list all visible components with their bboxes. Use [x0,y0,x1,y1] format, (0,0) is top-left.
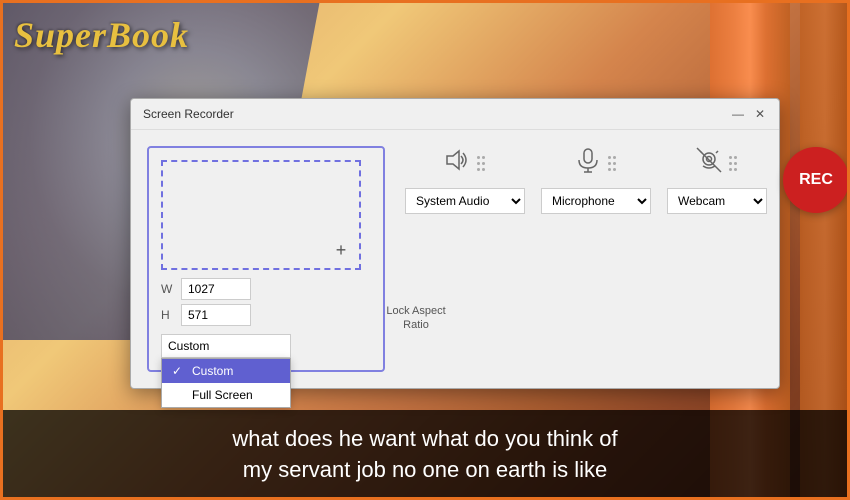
dropdown-custom-label: Custom [192,364,233,378]
capture-panel: W H Custom Full Screen [147,146,385,372]
width-label: W [161,282,175,296]
subtitle-text: what does he want what do you think of m… [20,424,830,486]
minimize-button[interactable]: — [731,107,745,121]
audio-control-group: System Audio [405,146,525,214]
lock-aspect-label: Lock AspectRatio [381,304,451,333]
capture-area: W H Custom Full Screen [161,160,371,358]
dialog-body: W H Custom Full Screen [131,130,779,388]
dialog-titlebar: Screen Recorder — ✕ [131,99,779,130]
mic-dots-icon [606,156,618,171]
preset-dropdown-wrapper: Custom Full Screen ✓ Custom Full Screen [161,334,291,358]
dropdown-fullscreen-label: Full Screen [192,388,253,402]
controls-area: System Audio [405,146,849,214]
subtitle-line2: my servant job no one on earth is like [243,457,607,482]
audio-icon [443,146,471,180]
webcam-icon [695,146,723,180]
height-input[interactable] [181,304,251,326]
webcam-icon-row [695,146,739,180]
audio-icon-row [443,146,487,180]
rec-button[interactable]: REC [783,147,849,213]
audio-dots-icon [475,156,487,171]
titlebar-buttons: — ✕ [731,107,767,121]
dimensions: W H [161,278,371,326]
dropdown-item-fullscreen[interactable]: Full Screen [162,383,290,407]
preset-select[interactable]: Custom Full Screen [161,334,291,358]
close-button[interactable]: ✕ [753,107,767,121]
mic-select[interactable]: Microphone [541,188,651,214]
mic-icon [574,146,602,180]
webcam-control-group: Webcam [667,146,767,214]
webcam-dots-icon [727,156,739,171]
screen-recorder-dialog: Screen Recorder — ✕ W H [130,98,780,389]
width-input[interactable] [181,278,251,300]
webcam-select[interactable]: Webcam [667,188,767,214]
height-label: H [161,308,175,322]
crosshair-icon [333,242,349,258]
subtitle-bar: what does he want what do you think of m… [0,410,850,500]
audio-select[interactable]: System Audio [405,188,525,214]
preset-dropdown-menu: ✓ Custom Full Screen [161,358,291,408]
mic-icon-row [574,146,618,180]
capture-box[interactable] [161,160,361,270]
dropdown-item-custom[interactable]: ✓ Custom [162,359,290,383]
preset-row: Custom Full Screen ✓ Custom Full Screen [161,334,371,358]
superbook-logo: SuperBook [14,14,189,56]
check-icon: ✓ [172,364,186,378]
dialog-title: Screen Recorder [143,107,234,121]
height-row: H [161,304,371,326]
width-row: W [161,278,371,300]
subtitle-line1: what does he want what do you think of [232,426,617,451]
mic-control-group: Microphone [541,146,651,214]
